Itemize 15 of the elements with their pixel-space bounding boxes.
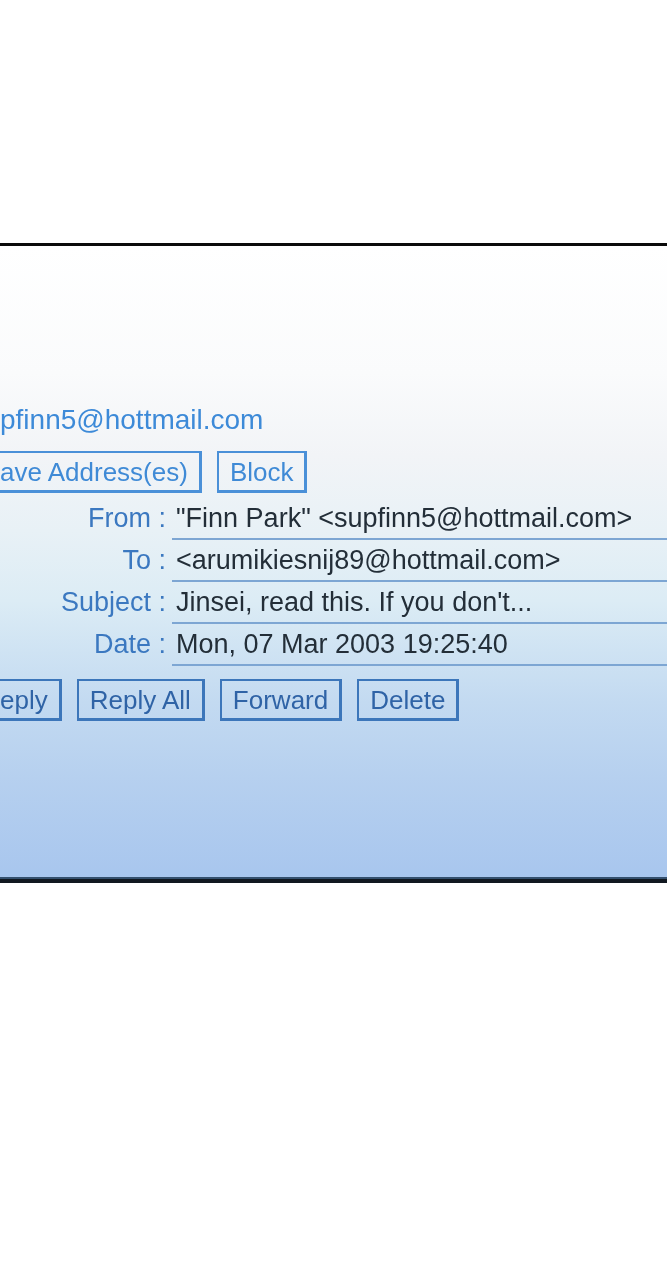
header-label: Subject : [59,586,166,619]
reply-all-button[interactable]: Reply All [76,679,205,721]
header-label: Date : [92,628,166,661]
delete-button[interactable]: Delete [357,679,460,721]
header-value: <arumikiesnij89@hottmail.com> [172,540,667,582]
forward-button[interactable]: Forward [219,679,343,721]
header-value: "Finn Park" <supfinn5@hottmail.com> [172,498,667,540]
header-value: Mon, 07 Mar 2003 19:25:40 [172,624,667,666]
block-button[interactable]: Block [216,451,308,493]
header-label: From : [87,502,166,535]
sender-address: pfinn5@hottmail.com [0,403,265,437]
header-label: To : [121,544,166,577]
save-address-button[interactable]: ave Address(es) [0,451,202,493]
header-value: Jinsei, read this. If you don't... [172,582,667,624]
reply-button[interactable]: eply [0,679,62,721]
